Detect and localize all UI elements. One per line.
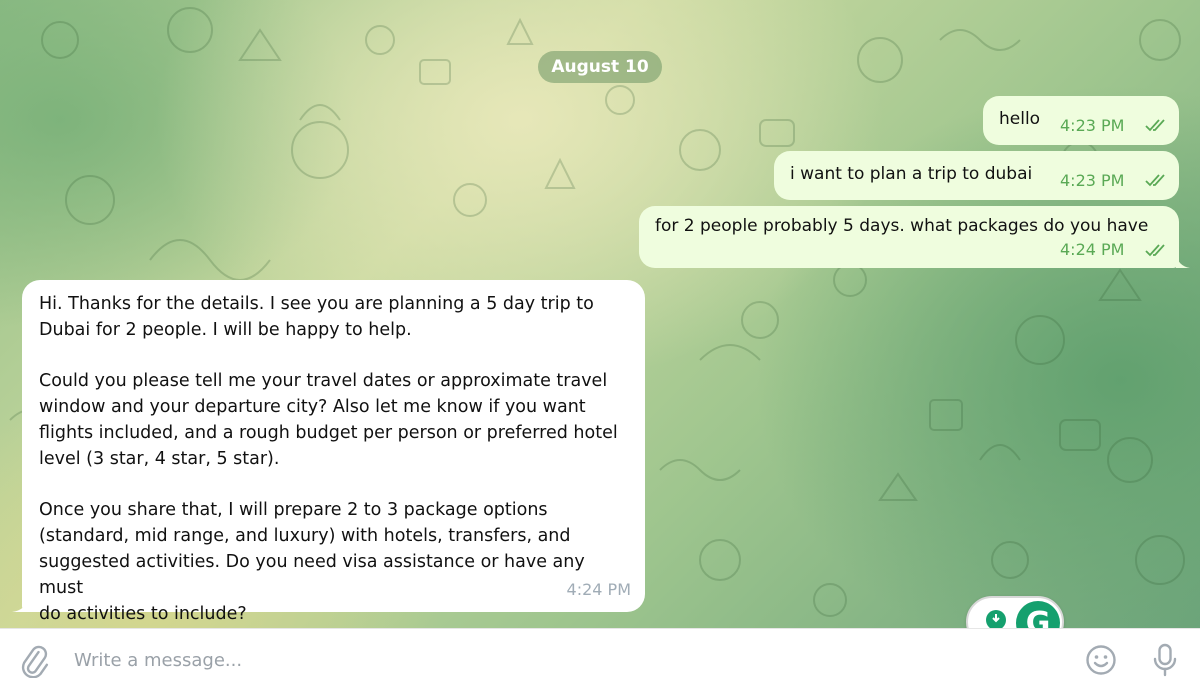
message-text: for 2 people probably 5 days. what packa… [655, 216, 1149, 236]
bubble-tail-in [12, 598, 28, 612]
double-check-icon [1145, 119, 1165, 132]
message-input[interactable] [74, 645, 1054, 675]
message-time: 4:23 PM [1060, 116, 1125, 135]
paperclip-icon[interactable] [18, 644, 50, 678]
outgoing-message[interactable]: hello 4:23 PM [983, 96, 1179, 145]
message-time: 4:24 PM [1060, 240, 1125, 259]
message-text: hello [999, 109, 1041, 129]
microphone-icon[interactable] [1150, 642, 1180, 678]
message-text: i want to plan a trip to dubai [790, 164, 1033, 184]
message-composer [0, 628, 1200, 690]
message-time: 4:23 PM [1060, 171, 1125, 190]
message-paragraph: Hi. Thanks for the details. I see you ar… [39, 294, 594, 340]
bubble-tail-out [1176, 254, 1190, 268]
smiley-icon[interactable] [1085, 644, 1117, 676]
double-check-icon [1145, 174, 1165, 187]
outgoing-message[interactable]: i want to plan a trip to dubai 4:23 PM [774, 151, 1179, 200]
double-check-icon [1145, 244, 1165, 257]
date-separator: August 10 [538, 51, 662, 83]
message-paragraph: Could you please tell me your travel dat… [39, 371, 618, 469]
incoming-message[interactable]: Hi. Thanks for the details. I see you ar… [22, 280, 645, 624]
message-time: 4:24 PM [566, 580, 631, 600]
message-paragraph: Once you share that, I will prepare 2 to… [39, 500, 585, 624]
outgoing-message[interactable]: for 2 people probably 5 days. what packa… [639, 206, 1179, 268]
